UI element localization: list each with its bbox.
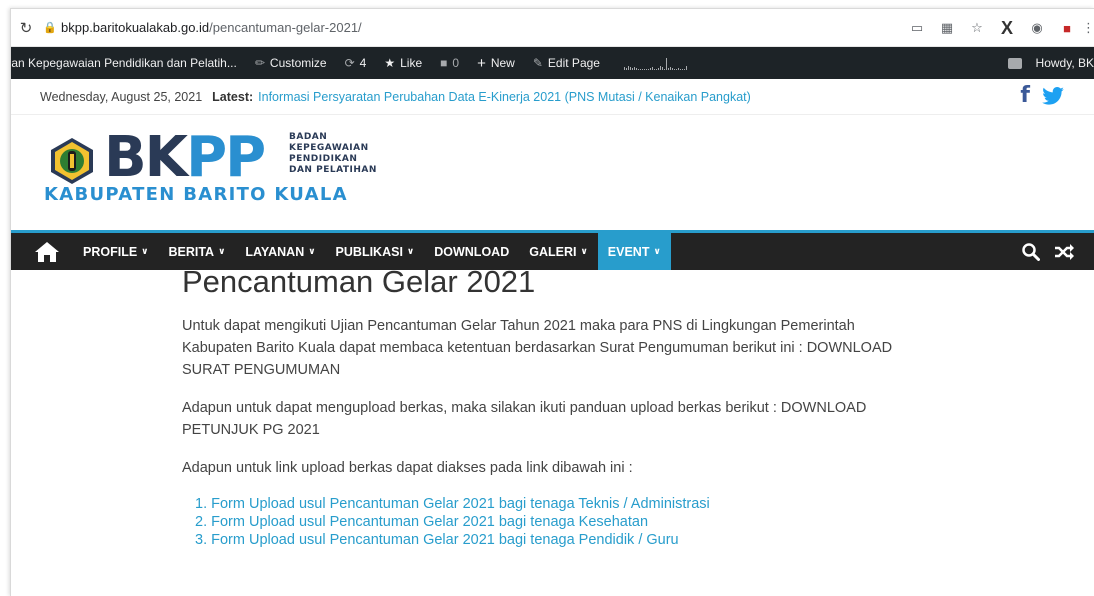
home-icon	[35, 241, 59, 262]
wp-admin-bar: adan Kepegawaian Pendidikan dan Pelatih.…	[11, 47, 1094, 79]
list-item: 2. Form Upload usul Pencantuman Gelar 20…	[195, 513, 902, 531]
comment-icon: ■	[440, 56, 448, 70]
address-bar[interactable]: bkpp.baritokualakab.go.id/pencantuman-ge…	[59, 20, 362, 35]
browser-toolbar: ↻ 🔒 bkpp.baritokualakab.go.id/pencantuma…	[11, 9, 1094, 47]
chevron-down-icon: ∨	[653, 246, 661, 256]
admin-account[interactable]: Howdy, BK	[1007, 47, 1094, 79]
social-links: f	[1020, 85, 1064, 107]
customize-label: Customize	[269, 56, 327, 70]
admin-comments[interactable]: ■ 0	[431, 47, 468, 79]
camera-icon[interactable]: ◉	[1022, 20, 1052, 36]
chevron-down-icon: ∨	[141, 246, 149, 256]
current-date: Wednesday, August 25, 2021	[40, 89, 203, 104]
like-label: Like	[400, 56, 423, 70]
article-paragraph: Untuk dapat mengikuti Ujian Pencantuman …	[182, 318, 893, 378]
chevron-down-icon: ∨	[580, 246, 588, 256]
facebook-icon[interactable]: f	[1020, 85, 1030, 107]
brush-icon: ✏	[254, 56, 265, 70]
lock-icon[interactable]: 🔒	[41, 21, 59, 34]
chevron-down-icon: ∨	[218, 246, 226, 256]
search-icon[interactable]	[1022, 242, 1040, 261]
upload-links-list: 1. Form Upload usul Pencantuman Gelar 20…	[195, 495, 902, 549]
admin-like[interactable]: ★ Like	[375, 47, 431, 79]
admin-stats[interactable]	[609, 47, 696, 79]
twitter-icon[interactable]	[1042, 87, 1064, 105]
list-item: 3. Form Upload usul Pencantuman Gelar 20…	[195, 531, 902, 549]
upload-link-kesehatan[interactable]: 2. Form Upload usul Pencantuman Gelar 20…	[195, 514, 648, 530]
notification-icon[interactable]	[1007, 57, 1022, 69]
logo-subtitle-line: DAN PELATIHAN	[289, 165, 377, 175]
logo-region: KABUPATEN BARITO KUALA	[44, 184, 348, 205]
qr-code-icon[interactable]: ▦	[932, 20, 962, 36]
page-title: Pencantuman Gelar 2021	[182, 264, 536, 299]
star-icon: ★	[384, 56, 396, 70]
cast-icon[interactable]: ▭	[902, 20, 932, 36]
updates-count: 4	[359, 56, 367, 70]
reload-icon[interactable]: ↻	[11, 19, 41, 37]
bookmark-star-icon[interactable]: ☆	[962, 20, 992, 36]
new-label: New	[490, 56, 515, 70]
logo-subtitle: BADAN KEPEGAWAIAN PENDIDIKAN DAN PELATIH…	[289, 132, 429, 176]
nav-label: PUBLIKASI	[335, 244, 403, 259]
logo-subtitle-line: BADAN	[289, 132, 328, 142]
edit-page-label: Edit Page	[547, 56, 600, 70]
pencil-icon: ✎	[532, 56, 543, 70]
upload-link-teknis[interactable]: 1. Form Upload usul Pencantuman Gelar 20…	[195, 496, 710, 512]
nav-profile[interactable]: PROFILE ∨	[73, 233, 158, 270]
admin-new[interactable]: + New	[468, 47, 524, 79]
logo-pp: PP	[186, 125, 266, 190]
site-top-bar: Wednesday, August 25, 2021 Latest: Infor…	[11, 79, 1094, 115]
site-header: BKPP BADAN KEPEGAWAIAN PENDIDIKAN DAN PE…	[11, 115, 1094, 230]
chevron-down-icon: ∨	[308, 246, 316, 256]
admin-edit-page[interactable]: ✎ Edit Page	[524, 47, 609, 79]
list-item: 1. Form Upload usul Pencantuman Gelar 20…	[195, 495, 902, 513]
nav-tools	[1022, 233, 1074, 270]
chevron-down-icon: ∨	[406, 246, 415, 256]
admin-site-name[interactable]: adan Kepegawaian Pendidikan dan Pelatih.…	[11, 47, 246, 79]
url-host: bkpp.baritokualakab.go.id	[61, 20, 210, 35]
plus-icon: +	[477, 54, 486, 72]
nav-label: GALERI	[529, 244, 577, 259]
logo-wordmark: BKPP	[104, 125, 266, 190]
upload-link-guru[interactable]: 3. Form Upload usul Pencantuman Gelar 20…	[195, 532, 679, 548]
latest-label: Latest:	[212, 89, 254, 104]
article-paragraph: Adapun untuk dapat mengupload berkas, ma…	[182, 400, 867, 438]
logo-bk: BK	[104, 125, 188, 190]
howdy-label: Howdy, BK	[1035, 56, 1094, 70]
regency-emblem-icon	[51, 138, 93, 184]
article-content: Pencantuman Gelar 2021 Untuk dapat mengi…	[182, 263, 902, 549]
x-extension-icon[interactable]: X	[992, 18, 1022, 39]
nav-label: LAYANAN	[245, 244, 305, 259]
admin-updates[interactable]: ⟳ 4	[336, 47, 376, 79]
nav-label: EVENT	[607, 244, 650, 259]
logo-subtitle-line: KEPEGAWAIAN	[289, 143, 369, 153]
browser-extension-icons: ▭ ▦ ☆ X ◉ ■ ⋮	[902, 9, 1094, 47]
nav-home[interactable]	[11, 233, 73, 270]
url-path: /pencantuman-gelar-2021/	[209, 20, 362, 35]
stats-sparkline	[623, 56, 687, 70]
article-paragraph: Adapun untuk link upload berkas dapat di…	[182, 460, 633, 476]
pdf-extension-icon[interactable]: ■	[1052, 21, 1082, 36]
random-shuffle-icon[interactable]	[1054, 243, 1074, 260]
nav-label: BERITA	[168, 244, 215, 259]
menu-dots-icon[interactable]: ⋮	[1082, 20, 1094, 36]
logo-subtitle-line: PENDIDIKAN	[289, 154, 358, 164]
latest-news-link[interactable]: Informasi Persyaratan Perubahan Data E-K…	[258, 90, 751, 104]
nav-label: PROFILE	[83, 244, 138, 259]
nav-label: DOWNLOAD	[434, 244, 510, 259]
comments-count: 0	[452, 56, 460, 70]
updates-icon: ⟳	[344, 56, 355, 70]
admin-customize[interactable]: ✏ Customize	[246, 47, 336, 79]
